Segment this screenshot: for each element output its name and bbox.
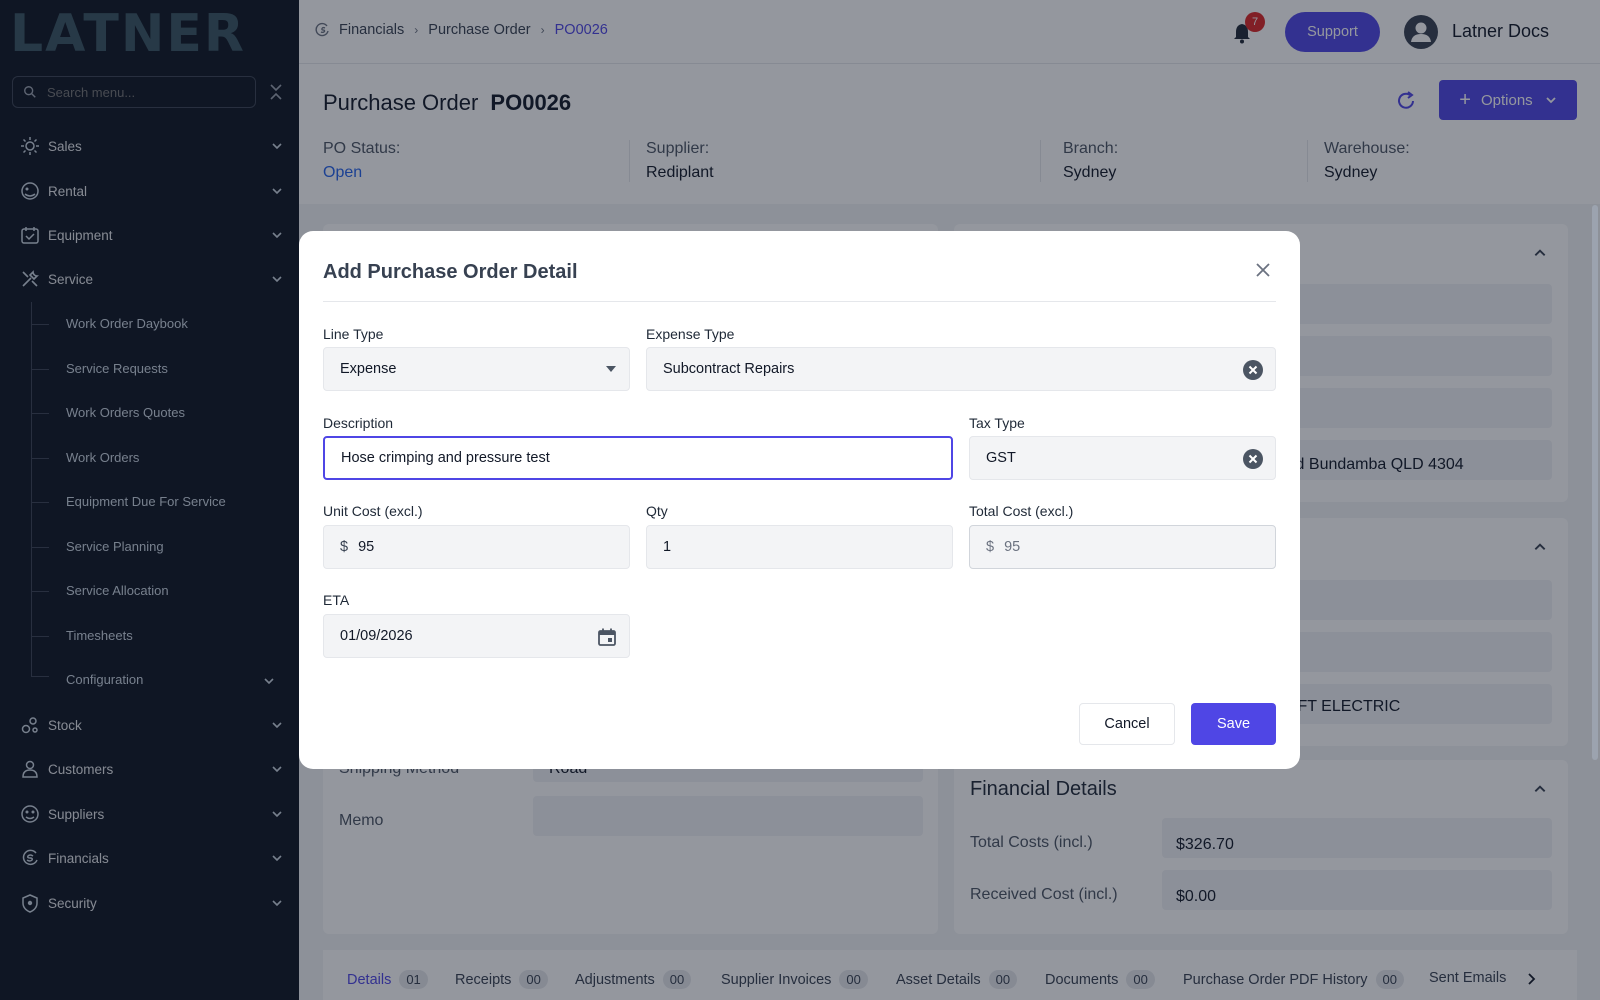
clear-icon[interactable] bbox=[1243, 360, 1263, 380]
unit-cost-value: 95 bbox=[358, 539, 375, 555]
currency-symbol: $ bbox=[340, 539, 349, 555]
add-po-detail-modal: Add Purchase Order Detail Line Type Expe… bbox=[299, 231, 1300, 769]
currency-symbol: $ bbox=[986, 539, 995, 555]
modal-divider bbox=[323, 301, 1276, 302]
unit-cost-input[interactable]: $ 95 bbox=[323, 525, 630, 569]
calendar-icon[interactable] bbox=[597, 627, 617, 647]
expense-type-label: Expense Type bbox=[646, 326, 735, 342]
total-cost-input: $ 95 bbox=[969, 525, 1276, 569]
tax-type-select[interactable]: GST bbox=[969, 436, 1276, 480]
line-type-label: Line Type bbox=[323, 326, 384, 342]
total-cost-label: Total Cost (excl.) bbox=[969, 503, 1074, 519]
eta-date-input[interactable]: 01/09/2026 bbox=[323, 614, 630, 658]
qty-value: 1 bbox=[663, 539, 672, 555]
qty-label: Qty bbox=[646, 503, 668, 519]
tax-type-value: GST bbox=[986, 450, 1016, 466]
eta-label: ETA bbox=[323, 592, 350, 608]
description-label: Description bbox=[323, 415, 394, 431]
clear-icon[interactable] bbox=[1243, 449, 1263, 469]
modal-title: Add Purchase Order Detail bbox=[323, 261, 578, 283]
unit-cost-label: Unit Cost (excl.) bbox=[323, 503, 423, 519]
line-type-select[interactable]: Expense bbox=[323, 347, 630, 391]
close-icon[interactable] bbox=[1254, 261, 1272, 279]
tax-type-label: Tax Type bbox=[969, 415, 1025, 431]
cancel-button[interactable]: Cancel bbox=[1079, 703, 1175, 745]
expense-type-value: Subcontract Repairs bbox=[663, 361, 795, 377]
qty-input[interactable]: 1 bbox=[646, 525, 953, 569]
caret-down-icon bbox=[606, 366, 616, 372]
save-button[interactable]: Save bbox=[1191, 703, 1276, 745]
expense-type-select[interactable]: Subcontract Repairs bbox=[646, 347, 1276, 391]
line-type-value: Expense bbox=[340, 361, 397, 377]
page-scrollbar[interactable] bbox=[1592, 205, 1598, 760]
eta-value: 01/09/2026 bbox=[340, 628, 413, 644]
total-cost-value: 95 bbox=[1004, 539, 1021, 555]
description-value: Hose crimping and pressure test bbox=[341, 450, 550, 466]
description-input[interactable]: Hose crimping and pressure test bbox=[323, 436, 953, 480]
